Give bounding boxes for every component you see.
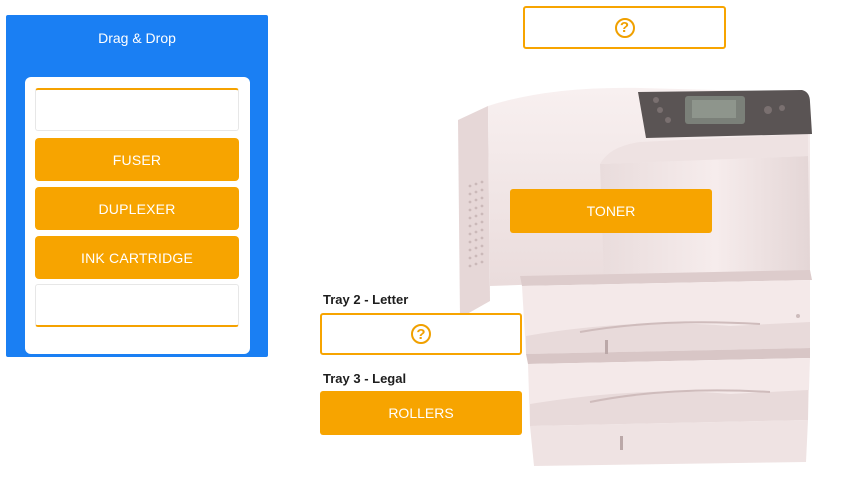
question-mark-icon: ? (411, 324, 431, 344)
drop-target-top[interactable]: ? (523, 6, 726, 49)
drag-item-fuser[interactable]: FUSER (35, 138, 239, 181)
empty-slot-top (35, 88, 239, 131)
drop-target-tray2[interactable]: ? (320, 313, 522, 355)
question-mark-icon: ? (614, 17, 635, 38)
drop-target-rollers[interactable]: ROLLERS (320, 391, 522, 435)
tray2-label: Tray 2 - Letter (323, 292, 409, 307)
tray3-label: Tray 3 - Legal (323, 371, 407, 386)
empty-slot-bottom (35, 284, 239, 327)
drag-item-duplexer[interactable]: DUPLEXER (35, 187, 239, 230)
drag-drop-question: Drag & Drop FUSER DUPLEXER INK CARTRIDGE (0, 0, 844, 484)
drag-items-list: FUSER DUPLEXER INK CARTRIDGE (25, 77, 250, 354)
drop-target-toner[interactable]: TONER (510, 189, 712, 233)
panel-title: Drag & Drop (98, 30, 176, 46)
drag-item-ink-cartridge[interactable]: INK CARTRIDGE (35, 236, 239, 279)
drag-drop-panel: Drag & Drop FUSER DUPLEXER INK CARTRIDGE (6, 15, 268, 357)
